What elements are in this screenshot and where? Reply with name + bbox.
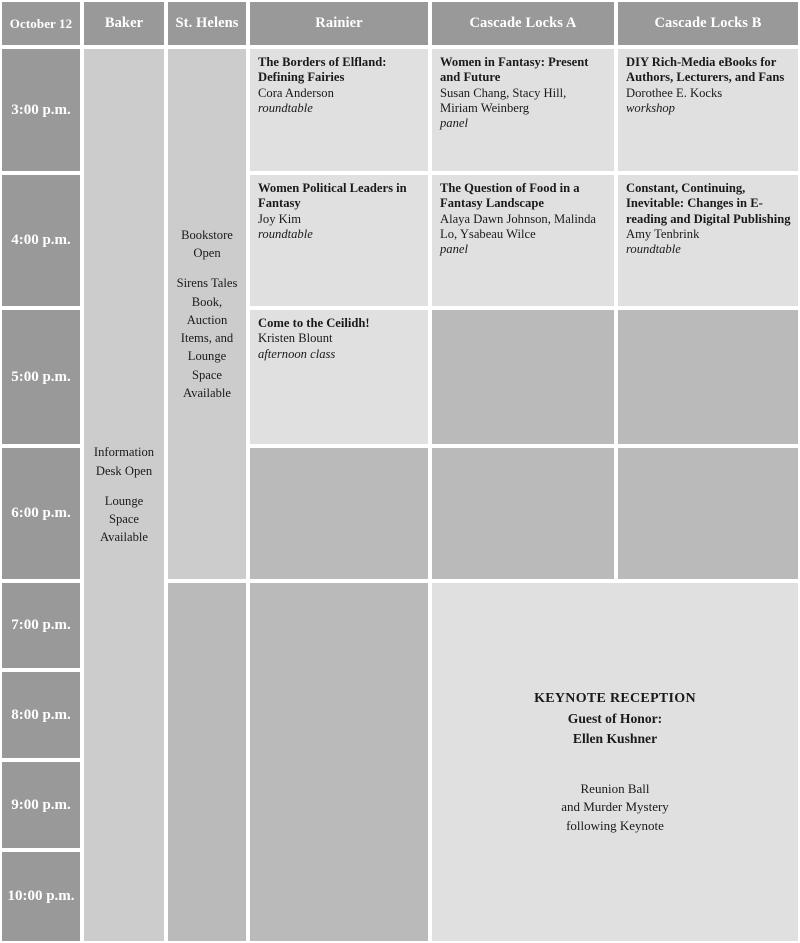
- keynote-heading: KEYNOTE RECEPTION: [534, 690, 696, 706]
- session-kind: panel: [440, 242, 468, 257]
- session-cascade-locks-b-4pm[interactable]: Constant, Continuing, Inevitable: Change…: [618, 175, 798, 306]
- session-kind: roundtable: [626, 242, 681, 257]
- baker-information-desk-block: Information Desk Open Lounge Space Avail…: [84, 49, 164, 941]
- time-label-5pm: 5:00 p.m.: [2, 310, 80, 444]
- baker-spacer: [89, 480, 159, 492]
- baker-line-4: Available: [99, 530, 149, 545]
- session-people: Kristen Blount: [258, 331, 333, 346]
- header-date-label: October 12: [2, 2, 80, 45]
- baker-info-text: Information Desk Open Lounge Space Avail…: [89, 443, 159, 546]
- time-label-10pm: 10:00 p.m.: [2, 852, 80, 941]
- st-helens-spacer: [173, 262, 241, 274]
- header-room-baker: Baker: [84, 2, 164, 45]
- st-helens-line-1: Bookstore: [181, 227, 233, 242]
- session-kind: roundtable: [258, 101, 313, 116]
- rainier-evening-empty-cell: [250, 583, 428, 941]
- st-helens-line-5: Items, and: [180, 331, 234, 346]
- cascade-locks-a-6pm-empty-cell: [432, 448, 614, 579]
- session-cascade-locks-a-4pm[interactable]: The Question of Food in a Fantasy Landsc…: [432, 175, 614, 306]
- session-title: DIY Rich-Media eBooks for Authors, Lectu…: [626, 55, 785, 85]
- session-kind: roundtable: [258, 227, 313, 242]
- session-rainier-3pm[interactable]: The Borders of Elfland: Defining Fairies…: [250, 49, 428, 171]
- st-helens-line-6: Lounge Space: [187, 349, 227, 382]
- session-title: Come to the Ceilidh!: [258, 316, 370, 330]
- header-room-cascade-locks-a: Cascade Locks A: [432, 2, 614, 45]
- st-helens-info-text: Bookstore Open Sirens Tales Book, Auctio…: [173, 226, 241, 402]
- session-cascade-locks-b-3pm[interactable]: DIY Rich-Media eBooks for Authors, Lectu…: [618, 49, 798, 171]
- session-kind: afternoon class: [258, 346, 336, 361]
- session-title: The Borders of Elfland: Defining Fairies: [258, 55, 387, 85]
- session-people: Cora Anderson: [258, 85, 334, 100]
- time-label-6pm: 6:00 p.m.: [2, 448, 80, 579]
- cascade-locks-a-5pm-empty-cell: [432, 310, 614, 444]
- st-helens-line-3: Sirens Tales: [176, 276, 238, 291]
- time-label-7pm: 7:00 p.m.: [2, 583, 80, 668]
- st-helens-line-7: Available: [182, 385, 232, 400]
- keynote-sub-line-3: following Keynote: [566, 818, 664, 834]
- time-label-8pm: 8:00 p.m.: [2, 672, 80, 758]
- keynote-sub-line-2: and Murder Mystery: [561, 799, 669, 815]
- session-kind: workshop: [626, 101, 675, 116]
- st-helens-bookstore-block: Bookstore Open Sirens Tales Book, Auctio…: [168, 49, 246, 579]
- session-title: The Question of Food in a Fantasy Landsc…: [440, 181, 580, 211]
- schedule-grid: October 12 Baker St. Helens Rainier Casc…: [0, 0, 800, 943]
- session-title: Women in Fantasy: Present and Future: [440, 55, 589, 85]
- baker-line-3: Lounge Space: [104, 493, 144, 527]
- cascade-locks-b-5pm-empty-cell: [618, 310, 798, 444]
- session-people: Joy Kim: [258, 211, 302, 226]
- keynote-reception-block[interactable]: KEYNOTE RECEPTION Guest of Honor: Ellen …: [432, 583, 798, 941]
- session-people: Dorothee E. Kocks: [626, 85, 723, 100]
- time-label-9pm: 9:00 p.m.: [2, 762, 80, 848]
- rainier-6pm-empty-cell: [250, 448, 428, 579]
- keynote-sub-line-1: Reunion Ball: [580, 780, 650, 796]
- session-people: Amy Tenbrink: [626, 227, 700, 242]
- header-room-st-helens: St. Helens: [168, 2, 246, 45]
- time-label-3pm: 3:00 p.m.: [2, 49, 80, 171]
- session-title: Women Political Leaders in Fantasy: [258, 181, 407, 211]
- cascade-locks-b-6pm-empty-cell: [618, 448, 798, 579]
- session-people: Susan Chang, Stacy Hill, Miriam Weinberg: [440, 85, 567, 116]
- time-label-4pm: 4:00 p.m.: [2, 175, 80, 306]
- session-title: Constant, Continuing, Inevitable: Change…: [626, 181, 791, 226]
- st-helens-line-4: Book, Auction: [186, 294, 228, 327]
- session-cascade-locks-a-3pm[interactable]: Women in Fantasy: Present and Future Sus…: [432, 49, 614, 171]
- session-kind: panel: [440, 116, 468, 131]
- session-rainier-5pm[interactable]: Come to the Ceilidh! Kristen Blount afte…: [250, 310, 428, 444]
- header-room-cascade-locks-b: Cascade Locks B: [618, 2, 798, 45]
- session-rainier-4pm[interactable]: Women Political Leaders in Fantasy Joy K…: [250, 175, 428, 306]
- baker-line-2: Desk Open: [95, 463, 153, 478]
- st-helens-line-2: Open: [193, 246, 221, 261]
- header-room-rainier: Rainier: [250, 2, 428, 45]
- st-helens-evening-empty-cell: [168, 583, 246, 941]
- baker-line-1: Information: [93, 445, 155, 460]
- session-people: Alaya Dawn Johnson, Malinda Lo, Ysabeau …: [440, 211, 596, 242]
- keynote-guest-label: Guest of Honor:: [567, 710, 663, 726]
- keynote-guest-name: Ellen Kushner: [572, 731, 658, 747]
